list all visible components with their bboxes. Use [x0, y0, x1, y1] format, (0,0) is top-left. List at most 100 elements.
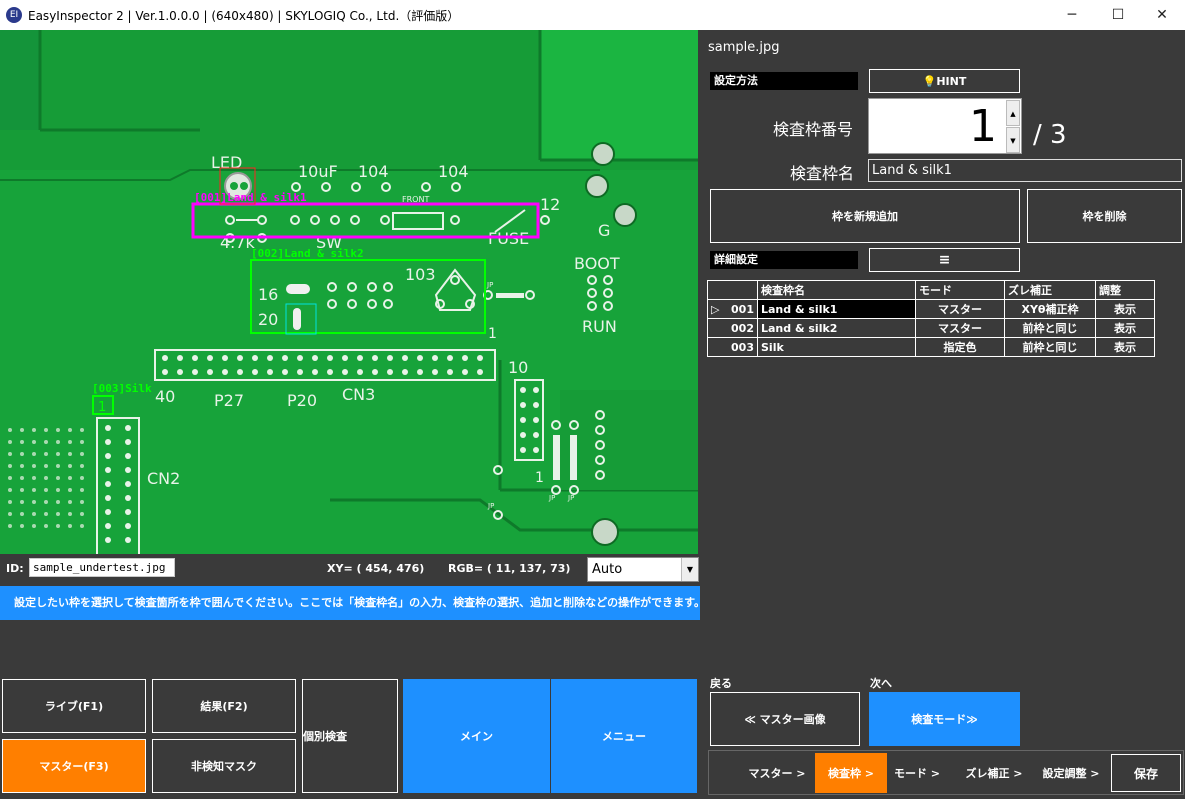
frame-name-label: 検査枠名 — [790, 164, 855, 183]
frame-label-001: [001]Land & silk1 — [194, 191, 307, 204]
silk-g: G — [598, 221, 610, 240]
row-name[interactable]: Land & silk1 — [757, 299, 916, 319]
row-adjust-button[interactable]: 表示 — [1095, 337, 1155, 357]
next-inspection-mode-button[interactable]: 検査モード≫ — [869, 692, 1020, 746]
silk-104a: 104 — [358, 162, 389, 181]
table-header-no — [707, 280, 758, 300]
table-row[interactable]: 003 Silk 指定色 前枠と同じ 表示 — [707, 337, 1155, 357]
display-mode-value: Auto — [592, 562, 623, 577]
add-frame-button[interactable]: 枠を新規追加 — [710, 189, 1020, 243]
chevron-down-icon[interactable]: ▼ — [681, 558, 698, 581]
chevron-up-icon[interactable]: ▲ — [1006, 100, 1020, 126]
step-master[interactable]: マスター > — [741, 753, 813, 793]
id-field[interactable]: sample_undertest.jpg — [29, 558, 175, 577]
table-header-shift: ズレ補正 — [1004, 280, 1096, 300]
table-row[interactable]: 002 Land & silk2 マスター 前枠と同じ 表示 — [707, 318, 1155, 338]
id-label: ID: — [6, 562, 24, 575]
back-master-image-button[interactable]: ≪ マスター画像 — [710, 692, 860, 746]
table-header-mode: モード — [915, 280, 1005, 300]
chevron-down-icon[interactable]: ▼ — [1006, 127, 1020, 153]
live-button[interactable]: ライブ(F1) — [2, 679, 146, 733]
row-shift[interactable]: 前枠と同じ — [1004, 337, 1096, 357]
step-mode[interactable]: モード > — [887, 753, 947, 793]
silk-p27: P27 — [214, 391, 244, 410]
setting-method-header: 設定方法 — [710, 72, 858, 90]
main-button[interactable]: メイン — [403, 679, 550, 793]
settings-panel: sample.jpg 設定方法 💡HINT 検査枠番号 1 ▲ ▼ / 3 検査… — [705, 30, 1185, 799]
row-mode[interactable]: 指定色 — [915, 337, 1005, 357]
individual-inspection-button[interactable]: 個別検査 — [302, 679, 398, 793]
silk-10: 10 — [508, 358, 528, 377]
frame-number-label: 検査枠番号 — [773, 120, 854, 139]
file-name: sample.jpg — [708, 40, 780, 55]
silk-20: 20 — [258, 310, 278, 329]
silk-103: 103 — [405, 265, 436, 284]
table-row[interactable]: ▷ 001 Land & silk1 マスター XYθ補正枠 表示 — [707, 299, 1155, 319]
row-shift[interactable]: 前枠と同じ — [1004, 318, 1096, 338]
silk-cn3: CN3 — [342, 385, 375, 404]
selected-row-marker: ▷ — [711, 302, 720, 316]
next-label: 次へ — [870, 677, 892, 690]
display-mode-select[interactable]: Auto ▼ — [587, 557, 699, 582]
silk-led: LED — [211, 153, 242, 172]
frame-label-002: [002]Land & silk2 — [251, 247, 364, 260]
row-number: 001 — [731, 302, 754, 316]
step-navigation: マスター > 検査枠 > モード > ズレ補正 > 設定調整 > 保存 — [708, 750, 1184, 795]
delete-frame-button[interactable]: 枠を削除 — [1027, 189, 1182, 243]
status-bar: ID: sample_undertest.jpg XY= ( 454, 476)… — [0, 554, 700, 584]
instruction-banner: 設定したい枠を選択して検査箇所を枠で囲んでください。ここでは「検査枠名」の入力、… — [0, 586, 705, 620]
table-header-name: 検査枠名 — [757, 280, 916, 300]
silk-boot: BOOT — [574, 254, 620, 273]
step-setting-adjust[interactable]: 設定調整 > — [1035, 753, 1107, 793]
row-shift[interactable]: XYθ補正枠 — [1004, 299, 1096, 319]
row-mode[interactable]: マスター — [915, 299, 1005, 319]
frame-table: 検査枠名 モード ズレ補正 調整 ▷ 001 Land & silk1 マスター… — [707, 280, 1155, 357]
menu-icon[interactable]: ≡ — [869, 248, 1020, 272]
menu-button[interactable]: メニュー — [551, 679, 697, 793]
close-button[interactable]: ✕ — [1139, 0, 1185, 30]
frame-number-value: 1 — [969, 101, 997, 152]
silk-jp4: JP — [567, 494, 574, 502]
silk-jp2: JP — [487, 502, 494, 510]
pcb-image: LED 10uF 104 104 FRONT 12 G 4.7k SW FUSE… — [0, 30, 698, 554]
result-button[interactable]: 結果(F2) — [152, 679, 296, 733]
silk-12: 12 — [540, 195, 560, 214]
row-name[interactable]: Land & silk2 — [757, 318, 916, 338]
row-number: 003 — [731, 340, 754, 354]
frame-name-input[interactable]: Land & silk1 — [868, 159, 1182, 182]
silk-1a: 1 — [488, 326, 497, 342]
rgb-readout: RGB= ( 11, 137, 73) — [448, 562, 571, 575]
frame-label-003: [003]Silk — [92, 382, 152, 395]
silk-104b: 104 — [438, 162, 469, 181]
row-adjust-button[interactable]: 表示 — [1095, 318, 1155, 338]
silk-cn2: CN2 — [147, 469, 180, 488]
silk-10uf: 10uF — [298, 162, 338, 181]
maximize-button[interactable]: ☐ — [1095, 0, 1141, 30]
step-shift-correction[interactable]: ズレ補正 > — [959, 753, 1029, 793]
nondetect-mask-button[interactable]: 非検知マスク — [152, 739, 296, 793]
row-number: 002 — [731, 321, 754, 335]
silk-40: 40 — [155, 387, 175, 406]
master-button[interactable]: マスター(F3) — [2, 739, 146, 793]
frame-number-stepper[interactable]: 1 ▲ ▼ — [868, 98, 1022, 154]
hint-button[interactable]: 💡HINT — [869, 69, 1020, 93]
row-mode[interactable]: マスター — [915, 318, 1005, 338]
window-title: EasyInspector 2 | Ver.1.0.0.0 | (640x480… — [28, 9, 460, 23]
silk-1b: 1 — [535, 470, 544, 486]
silk-jp1: JP — [486, 281, 493, 289]
row-adjust-button[interactable]: 表示 — [1095, 299, 1155, 319]
inspection-image-view[interactable]: LED 10uF 104 104 FRONT 12 G 4.7k SW FUSE… — [0, 30, 698, 554]
table-header-adjust: 調整 — [1095, 280, 1155, 300]
app-icon: EI — [6, 7, 22, 23]
silk-16: 16 — [258, 285, 278, 304]
frame-003-content: 1 — [98, 400, 106, 415]
back-label: 戻る — [710, 677, 732, 690]
save-button[interactable]: 保存 — [1111, 754, 1181, 792]
row-name[interactable]: Silk — [757, 337, 916, 357]
silk-run: RUN — [582, 317, 617, 336]
detail-setting-header: 詳細設定 — [710, 251, 858, 269]
minimize-button[interactable]: ─ — [1049, 0, 1095, 30]
silk-jp3: JP — [548, 494, 555, 502]
step-inspection-frame[interactable]: 検査枠 > — [815, 753, 887, 793]
title-bar: EI EasyInspector 2 | Ver.1.0.0.0 | (640x… — [0, 0, 1185, 30]
